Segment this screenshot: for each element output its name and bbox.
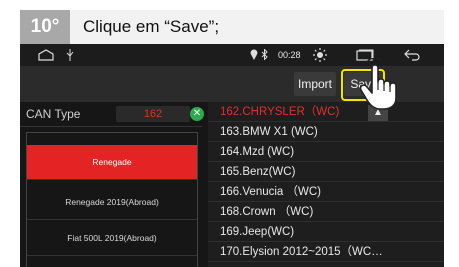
vehicle-item-fiat-500l[interactable]: Fiat 500L 2019(Abroad) [27, 221, 197, 256]
list-item[interactable]: 169.Jeep(WC) [208, 222, 444, 242]
vehicle-list: Renegade Renegade 2019(Abroad) Fiat 500L… [26, 132, 198, 267]
list-item[interactable]: 163.BMW X1 (WC) [208, 122, 444, 142]
back-arrow-icon[interactable] [404, 44, 420, 66]
can-type-list: 162.CHRYSLER（WC) ▲ 163.BMW X1 (WC) 164.M… [208, 102, 444, 267]
step-header: 10° Clique em “Save”; [20, 10, 444, 44]
list-item[interactable]: 168.Crown （WC) [208, 202, 444, 222]
list-item[interactable]: 166.Venucia （WC) [208, 182, 444, 202]
list-item[interactable]: 170.Elysion 2012~2015（WC… [208, 242, 444, 262]
vehicle-model-panel: CAN Type 162 Renegade Renegade 2019(Abro… [20, 102, 202, 267]
list-item[interactable]: 165.Benz(WC) [208, 162, 444, 182]
can-type-label: CAN Type [26, 107, 81, 121]
list-item[interactable]: 162.CHRYSLER（WC) [208, 102, 444, 122]
home-outline-icon[interactable] [38, 44, 54, 66]
pointing-hand-icon [358, 57, 406, 110]
device-screen: 00:28 Import Save CAN Type 162 Renegade … [20, 44, 444, 267]
list-item[interactable]: 164.Mzd (WC) [208, 142, 444, 162]
can-type-value[interactable]: 162 [116, 106, 190, 122]
instruction-card: 10° Clique em “Save”; 00:28 Import Save … [20, 5, 444, 267]
vehicle-item-renegade[interactable]: Renegade [27, 145, 197, 180]
import-button[interactable]: Import [294, 72, 336, 96]
step-number: 10° [20, 10, 70, 44]
bluetooth-icon [261, 44, 268, 66]
can-type-row: CAN Type 162 [20, 102, 202, 127]
brightness-icon[interactable] [312, 44, 328, 66]
vehicle-item-renegade-2019[interactable]: Renegade 2019(Abroad) [27, 185, 197, 220]
location-pin-icon [250, 44, 258, 66]
usb-icon [66, 44, 74, 66]
clock: 00:28 [278, 50, 301, 60]
step-instruction: Clique em “Save”; [83, 17, 220, 36]
check-icon: ✕ [190, 107, 204, 121]
